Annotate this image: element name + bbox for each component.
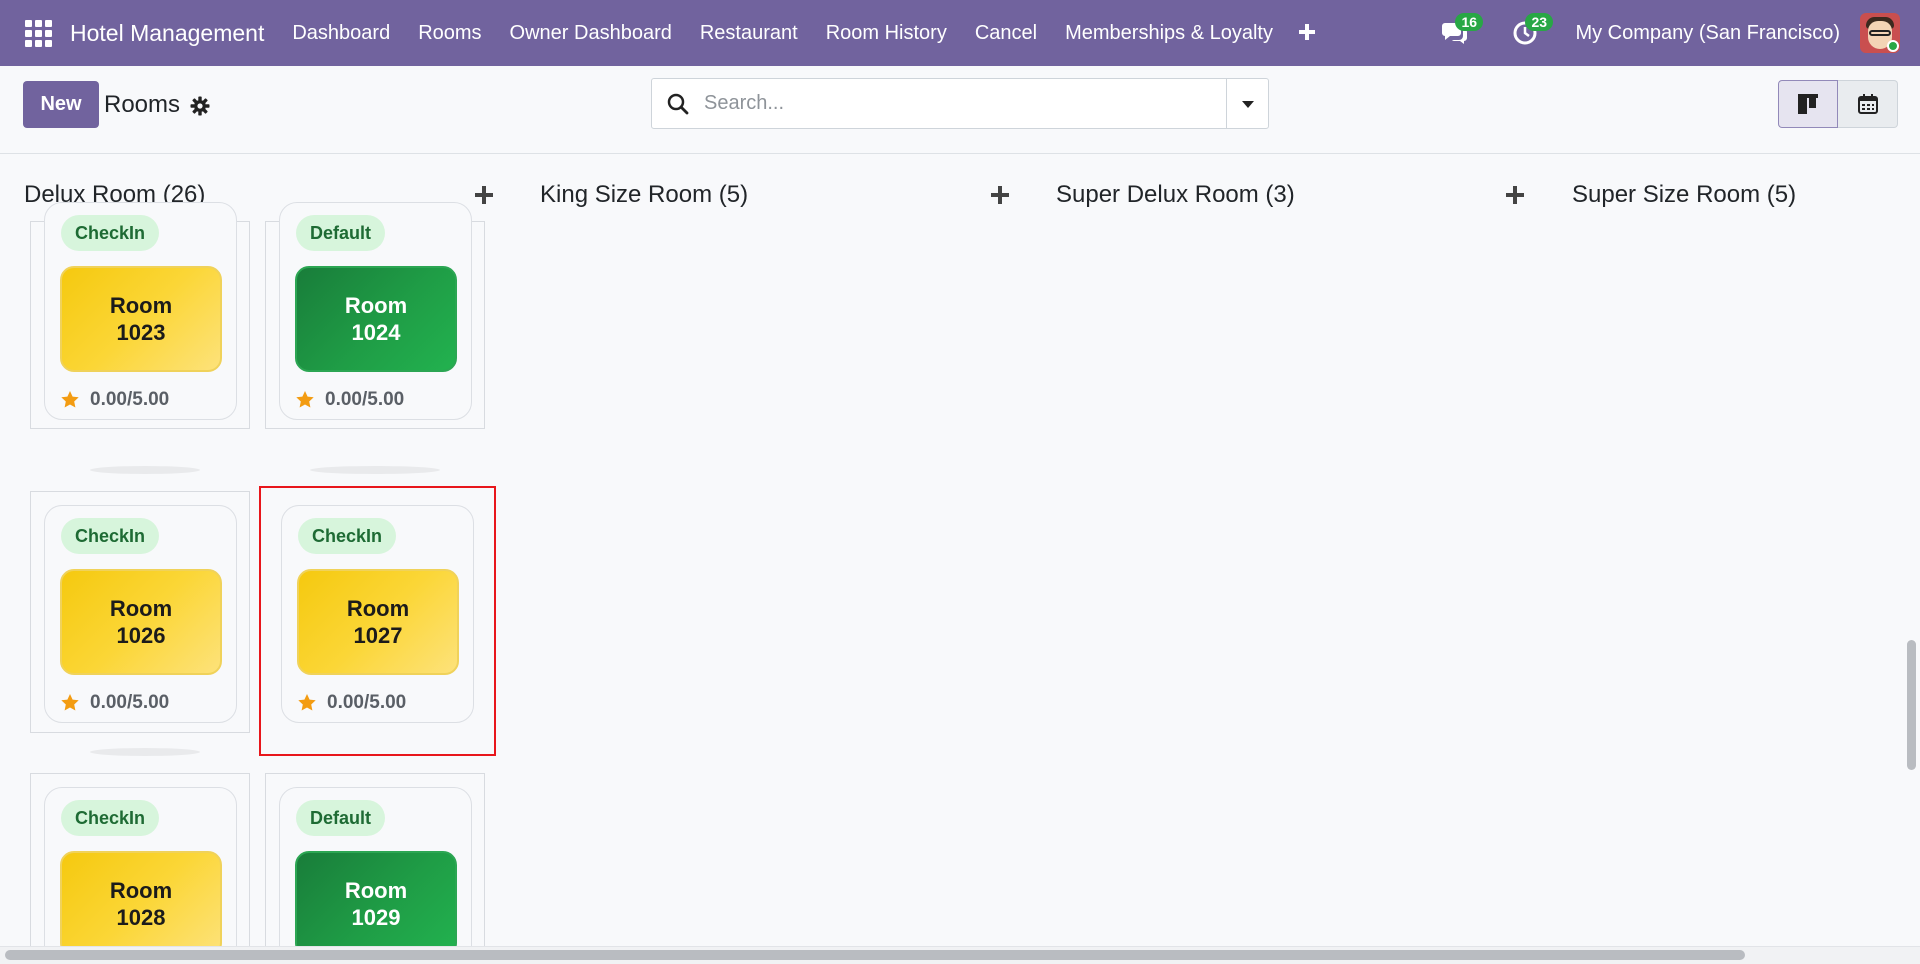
status-tag: CheckIn <box>61 518 160 554</box>
star-icon <box>298 694 316 711</box>
nav-item-dashboard[interactable]: Dashboard <box>278 22 404 45</box>
rating-value: 0.00/5.00 <box>325 389 405 410</box>
control-panel: New Rooms <box>0 66 1920 154</box>
kanban-view-icon <box>1798 94 1818 114</box>
room-label: Room <box>109 596 173 621</box>
rating-value: 0.00/5.00 <box>327 692 407 713</box>
room-label: Room <box>346 596 410 621</box>
room-card[interactable]: CheckIn Room 1023 0.00/5.00 <box>30 202 250 429</box>
horizontal-scrollbar-thumb[interactable] <box>5 950 1745 960</box>
room-number: 1026 <box>116 623 166 648</box>
user-avatar[interactable] <box>1860 13 1900 53</box>
column-title: Super Delux Room (3) <box>1056 181 1295 208</box>
room-tile: Room 1023 <box>60 266 222 372</box>
nav-plus-icon[interactable] <box>1297 18 1317 49</box>
search-bar <box>651 78 1269 129</box>
room-card[interactable]: CheckIn Room 1028 <box>30 773 250 947</box>
room-label: Room <box>344 878 408 903</box>
navbar-systray: 16 23 My Company (San Francisco) <box>1435 0 1920 66</box>
status-tag: Default <box>296 800 386 836</box>
nav-item-restaurant[interactable]: Restaurant <box>686 22 812 45</box>
room-number: 1023 <box>116 320 166 345</box>
rating: 0.00/5.00 <box>297 692 406 714</box>
column-title: King Size Room (5) <box>540 181 749 208</box>
messages-button[interactable]: 16 <box>1435 13 1484 53</box>
rating-value: 0.00/5.00 <box>90 389 170 410</box>
activities-button[interactable]: 23 <box>1505 13 1554 53</box>
room-number: 1028 <box>116 905 166 930</box>
column-add-plus-icon[interactable] <box>988 183 1012 207</box>
search-input[interactable] <box>704 92 1204 115</box>
kanban-view-button[interactable] <box>1778 80 1838 128</box>
vertical-scrollbar-thumb[interactable] <box>1907 640 1916 770</box>
room-label: Room <box>109 293 173 318</box>
room-card[interactable]: Default Room 1024 0.00/5.00 <box>265 202 485 429</box>
activities-badge: 23 <box>1525 13 1554 31</box>
gear-icon[interactable] <box>190 96 210 116</box>
app-brand[interactable]: Hotel Management <box>70 20 264 47</box>
search-options-toggle[interactable] <box>1226 79 1268 128</box>
status-tag: CheckIn <box>61 215 160 251</box>
caret-down-icon <box>1241 100 1254 108</box>
room-number: 1024 <box>351 320 401 345</box>
status-tag: CheckIn <box>298 518 397 554</box>
star-icon <box>61 694 79 711</box>
nav-item-room-history[interactable]: Room History <box>812 22 961 45</box>
room-label: Room <box>344 293 408 318</box>
rating-value: 0.00/5.00 <box>90 692 170 713</box>
rating: 0.00/5.00 <box>60 389 169 411</box>
messages-badge: 16 <box>1455 13 1484 31</box>
nav-item-cancel[interactable]: Cancel <box>961 22 1051 45</box>
new-button[interactable]: New <box>23 81 99 128</box>
room-tile: Room 1028 <box>60 851 222 947</box>
calendar-view-button[interactable] <box>1838 80 1898 128</box>
rating: 0.00/5.00 <box>60 692 169 714</box>
room-card[interactable]: CheckIn Room 1026 0.00/5.00 <box>30 491 250 733</box>
room-number: 1027 <box>353 623 403 648</box>
column-header-super-delux: Super Delux Room (3) <box>1056 177 1295 213</box>
room-card-selected[interactable]: CheckIn Room 1027 0.00/5.00 <box>265 491 485 733</box>
kanban-board: Delux Room (26) King Size Room (5) Super… <box>0 155 1920 947</box>
vertical-scrollbar-track[interactable] <box>1904 154 1918 946</box>
status-tag: Default <box>296 215 386 251</box>
rating: 0.00/5.00 <box>295 389 404 411</box>
room-card[interactable]: Default Room 1029 <box>265 773 485 947</box>
room-tile: Room 1027 <box>297 569 459 675</box>
room-label: Room <box>109 878 173 903</box>
page-title: Rooms <box>104 91 181 118</box>
star-icon <box>296 391 314 408</box>
column-header-super-size: Super Size Room (5) <box>1572 177 1796 213</box>
top-navbar: Hotel Management Dashboard Rooms Owner D… <box>0 0 1920 66</box>
nav-item-rooms[interactable]: Rooms <box>404 22 495 45</box>
company-switcher[interactable]: My Company (San Francisco) <box>1575 22 1840 45</box>
room-number: 1029 <box>351 905 401 930</box>
room-tile: Room 1026 <box>60 569 222 675</box>
column-add-plus-icon[interactable] <box>1503 183 1527 207</box>
apps-grid-icon[interactable] <box>24 19 52 47</box>
view-switcher <box>1778 80 1898 128</box>
calendar-icon <box>1857 94 1878 114</box>
status-tag: CheckIn <box>61 800 160 836</box>
star-icon <box>61 391 79 408</box>
column-header-king-size: King Size Room (5) <box>540 177 748 213</box>
nav-item-memberships[interactable]: Memberships & Loyalty <box>1051 22 1287 45</box>
nav-item-owner-dashboard[interactable]: Owner Dashboard <box>496 22 686 45</box>
room-tile: Room 1024 <box>295 266 457 372</box>
online-status-dot <box>1887 40 1899 52</box>
column-add-plus-icon[interactable] <box>472 183 496 207</box>
nav-menu: Dashboard Rooms Owner Dashboard Restaura… <box>278 18 1317 49</box>
column-title: Super Size Room (5) <box>1572 181 1797 208</box>
search-icon <box>667 93 689 114</box>
room-tile: Room 1029 <box>295 851 457 947</box>
